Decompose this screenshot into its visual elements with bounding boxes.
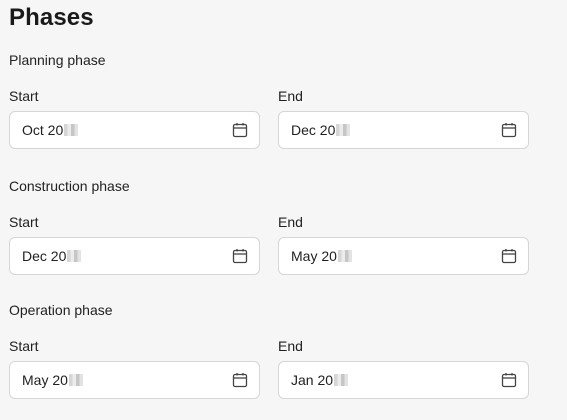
construction-phase-heading: Construction phase: [9, 178, 130, 194]
redacted-year-digits: [334, 374, 349, 386]
planning-start-date-field[interactable]: Oct 20: [9, 111, 260, 149]
planning-phase-heading: Planning phase: [9, 52, 106, 68]
construction-start-date-value: Dec 20: [22, 248, 232, 264]
operation-start-date-value: May 20: [22, 372, 232, 388]
planning-end-label: End: [278, 88, 303, 104]
redacted-year-digits: [336, 124, 351, 136]
page-title: Phases: [9, 4, 94, 31]
operation-start-date-field[interactable]: May 20: [9, 361, 260, 399]
construction-end-date-field[interactable]: May 20: [278, 237, 529, 275]
planning-end-date-field[interactable]: Dec 20: [278, 111, 529, 149]
calendar-icon[interactable]: [232, 372, 248, 388]
redacted-year-digits: [337, 250, 352, 262]
planning-start-date-value: Oct 20: [22, 122, 232, 138]
construction-end-label: End: [278, 214, 303, 230]
operation-phase-heading: Operation phase: [9, 302, 113, 318]
redacted-year-digits: [68, 374, 83, 386]
construction-start-date-field[interactable]: Dec 20: [9, 237, 260, 275]
calendar-icon[interactable]: [501, 122, 517, 138]
planning-start-label: Start: [9, 88, 39, 104]
operation-end-date-field[interactable]: Jan 20: [278, 361, 529, 399]
calendar-icon[interactable]: [232, 122, 248, 138]
operation-end-date-value: Jan 20: [291, 372, 501, 388]
operation-end-label: End: [278, 338, 303, 354]
redacted-year-digits: [67, 250, 82, 262]
calendar-icon[interactable]: [232, 248, 248, 264]
construction-end-date-value: May 20: [291, 248, 501, 264]
planning-end-date-value: Dec 20: [291, 122, 501, 138]
calendar-icon[interactable]: [501, 372, 517, 388]
redacted-year-digits: [64, 124, 79, 136]
calendar-icon[interactable]: [501, 248, 517, 264]
phases-page: Phases Planning phase Start End Oct 20 D…: [0, 0, 567, 420]
operation-start-label: Start: [9, 338, 39, 354]
construction-start-label: Start: [9, 214, 39, 230]
